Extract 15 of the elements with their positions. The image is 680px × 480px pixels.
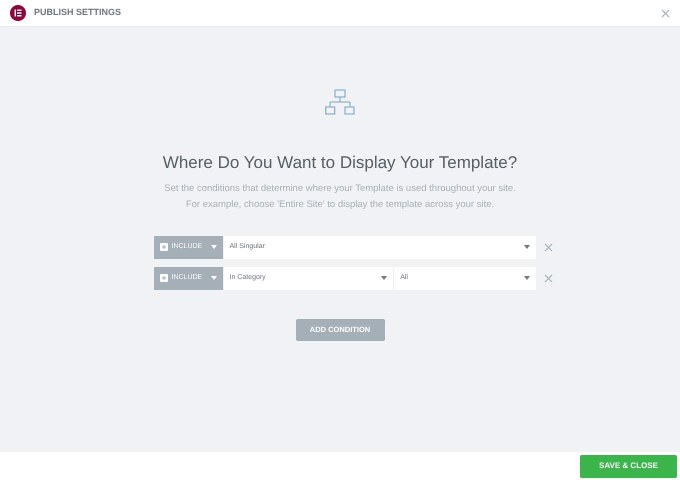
close-button[interactable] [661,8,670,18]
save-close-button[interactable]: SAVE & CLOSE [580,454,677,478]
heading: Where Do You Want to Display Your Template? [162,153,518,174]
plus-icon [160,243,168,252]
window-title: PUBLISH SETTINGS [34,6,122,20]
logo-icon [10,5,26,21]
description-text: For example, choose 'Entire Site' to display the template across your site. [186,198,494,212]
caret-icon [210,245,216,250]
plus-icon [160,274,168,282]
caret-icon [381,276,388,280]
sitemap-icon [325,89,355,117]
caret-icon [524,245,530,250]
description-text: Set the conditions that determine where your Template is used throughout your site. [164,182,516,196]
caret-icon [210,276,216,280]
caret-icon [524,276,530,280]
